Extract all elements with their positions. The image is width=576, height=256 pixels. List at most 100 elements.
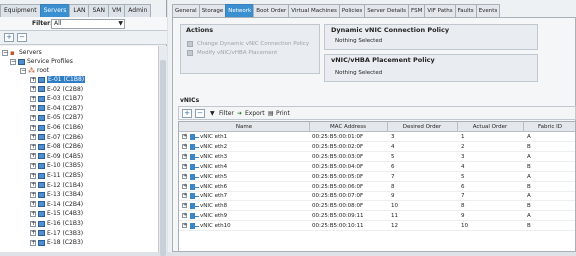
table-row[interactable]: + vNIC eth3 00:25:B5:00:03:0F 5 3 A: [179, 153, 575, 162]
expand-icon[interactable]: +: [30, 162, 36, 169]
tree-node-profile[interactable]: + E-06 (C1B6): [30, 123, 83, 132]
expand-all-button[interactable]: +: [4, 33, 14, 42]
tree-node-profile[interactable]: + E-12 (C1B4): [30, 181, 83, 190]
expand-icon[interactable]: +: [182, 134, 187, 139]
tree-node-profile[interactable]: + E-18 (C2B3): [30, 238, 83, 247]
table-row[interactable]: + vNIC eth4 00:25:B5:00:04:0F 6 4 B: [179, 163, 575, 172]
expand-icon[interactable]: +: [182, 143, 187, 149]
expand-icon[interactable]: +: [182, 223, 187, 229]
expand-icon[interactable]: +: [30, 182, 36, 189]
collapse-icon[interactable]: −: [10, 58, 16, 65]
expand-icon[interactable]: +: [30, 143, 36, 150]
scrollbar-thumb[interactable]: [160, 60, 166, 256]
tab-faults[interactable]: Faults: [454, 4, 477, 17]
tab-boot-order[interactable]: Boot Order: [253, 4, 290, 17]
column-header-desired-order[interactable]: Desired Order: [387, 124, 457, 130]
tab-storage[interactable]: Storage: [198, 4, 227, 17]
tree-node-profile[interactable]: + E-14 (C2B4): [30, 200, 83, 209]
tab-virtual-machines[interactable]: Virtual Machines: [288, 4, 340, 17]
table-row[interactable]: + vNIC eth10 00:25:B5:00:10:11 12 10 B: [179, 222, 575, 232]
expand-icon[interactable]: +: [30, 105, 36, 112]
filter-button[interactable]: Filter: [219, 110, 234, 117]
column-divider[interactable]: [457, 122, 458, 132]
nav-tab-san[interactable]: SAN: [88, 4, 109, 17]
nav-tab-servers[interactable]: Servers: [39, 4, 71, 17]
nav-tab-vm[interactable]: VM: [107, 4, 126, 17]
expand-icon[interactable]: +: [182, 203, 187, 209]
column-header-name[interactable]: Name: [179, 124, 309, 130]
expand-icon[interactable]: +: [182, 153, 187, 159]
tab-network[interactable]: Network: [225, 4, 255, 17]
column-divider[interactable]: [309, 122, 310, 132]
export-button[interactable]: Export: [245, 110, 265, 117]
expand-icon[interactable]: +: [30, 191, 36, 198]
expand-icon[interactable]: +: [30, 76, 36, 83]
expand-icon[interactable]: +: [30, 201, 36, 208]
tree-node-profile[interactable]: + E-17 (C3B3): [30, 229, 83, 238]
tab-policies[interactable]: Policies: [338, 4, 366, 17]
column-header-fabric-id[interactable]: Fabric ID: [523, 124, 575, 130]
table-row[interactable]: + vNIC eth1 00:25:B5:00:01:0F 3 1 A: [179, 133, 575, 142]
expand-icon[interactable]: +: [30, 95, 36, 102]
tree-node-profile[interactable]: + E-13 (C3B4): [30, 190, 83, 199]
expand-icon[interactable]: +: [30, 153, 36, 160]
table-row[interactable]: + vNIC eth6 00:25:B5:00:06:0F 8 6 B: [179, 183, 575, 192]
table-row[interactable]: + vNIC eth7 00:25:B5:00:07:0F 9 7 A: [179, 192, 575, 202]
expand-icon[interactable]: +: [182, 193, 187, 199]
expand-icon[interactable]: +: [30, 86, 36, 93]
expand-icon[interactable]: +: [30, 230, 36, 237]
tab-vif-paths[interactable]: VIF Paths: [424, 4, 456, 17]
modify-placement-link[interactable]: Modify vNIC/vHBA Placement: [197, 50, 277, 56]
print-button[interactable]: Print: [276, 110, 290, 117]
tree-node-profile[interactable]: + E-08 (C2B6): [30, 142, 83, 151]
column-header-actual-order[interactable]: Actual Order: [457, 124, 523, 130]
filter-select[interactable]: All ▼: [51, 19, 125, 29]
expand-icon[interactable]: +: [30, 220, 36, 227]
tree-node-profile[interactable]: + E-10 (C3B5): [30, 161, 83, 170]
expand-icon[interactable]: +: [30, 210, 36, 217]
table-row[interactable]: + vNIC eth9 00:25:B5:00:09:11 11 9 A: [179, 212, 575, 222]
tree-node-root[interactable]: − ⁂ root: [20, 66, 49, 75]
tree-node-profile[interactable]: + E-03 (C1B7): [30, 94, 83, 103]
nav-tab-lan[interactable]: LAN: [69, 4, 90, 17]
tree-node-profile[interactable]: + E-01 (C1B8): [30, 75, 86, 84]
tab-general[interactable]: General: [172, 4, 200, 17]
column-divider[interactable]: [387, 122, 388, 132]
table-row[interactable]: + vNIC eth8 00:25:B5:00:08:0F 10 8 B: [179, 202, 575, 212]
table-row[interactable]: + vNIC eth2 00:25:B5:00:02:0F 4 2 B: [179, 143, 575, 152]
collapse-icon[interactable]: −: [20, 67, 26, 74]
change-dynamic-vnic-policy-link[interactable]: Change Dynamic vNIC Connection Policy: [197, 41, 309, 47]
tree-node-profile[interactable]: + E-07 (C2B6): [30, 133, 83, 142]
chevron-down-icon[interactable]: ▼: [118, 20, 123, 28]
column-divider[interactable]: [523, 122, 524, 132]
collapse-icon[interactable]: −: [2, 49, 8, 56]
tab-events[interactable]: Events: [475, 4, 501, 17]
tree-node-servers[interactable]: − ▪ Servers: [2, 48, 42, 57]
tree-node-profile[interactable]: + E-05 (C2B7): [30, 113, 83, 122]
tree-node-profile[interactable]: + E-02 (C2B8): [30, 85, 83, 94]
expand-icon[interactable]: +: [30, 172, 36, 179]
expand-icon[interactable]: +: [30, 114, 36, 121]
tree-node-profile[interactable]: + E-09 (C4B5): [30, 152, 83, 161]
column-header-mac-address[interactable]: MAC Address: [309, 124, 387, 130]
table-row[interactable]: + vNIC eth5 00:25:B5:00:05:0F 7 5 A: [179, 173, 575, 182]
expand-icon[interactable]: +: [182, 173, 187, 179]
expand-icon[interactable]: +: [30, 239, 36, 246]
tab-server-details[interactable]: Server Details: [364, 4, 410, 17]
nav-tab-equipment[interactable]: Equipment: [0, 4, 41, 17]
expand-icon[interactable]: +: [182, 183, 187, 189]
delete-vnic-button[interactable]: −: [195, 109, 205, 118]
tree-node-service-profiles[interactable]: − Service Profiles: [10, 57, 73, 66]
tree-node-profile[interactable]: + E-04 (C2B7): [30, 104, 83, 113]
tree-scrollbar[interactable]: [158, 46, 167, 256]
expand-icon[interactable]: +: [182, 213, 187, 219]
expand-icon[interactable]: +: [182, 163, 187, 169]
expand-icon[interactable]: +: [30, 124, 36, 131]
expand-icon[interactable]: +: [30, 134, 36, 141]
tab-fsm[interactable]: FSM: [408, 4, 426, 17]
tree-node-profile[interactable]: + E-11 (C2B5): [30, 171, 83, 180]
tree-node-profile[interactable]: + E-16 (C1B3): [30, 219, 83, 228]
nav-tab-admin[interactable]: Admin: [124, 4, 152, 17]
add-vnic-button[interactable]: +: [182, 109, 192, 118]
collapse-all-button[interactable]: −: [17, 33, 27, 42]
